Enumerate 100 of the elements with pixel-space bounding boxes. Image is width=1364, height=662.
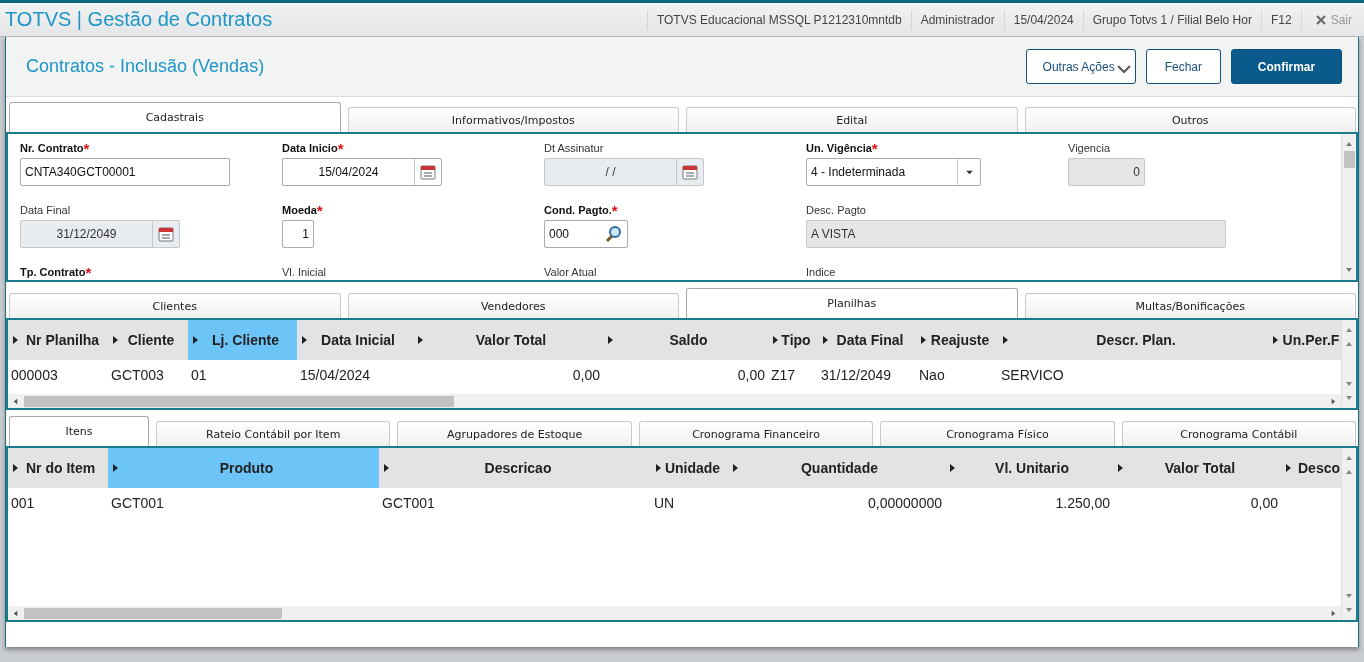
vertical-scrollbar[interactable] (1341, 320, 1356, 408)
input-field[interactable]: 000 (544, 220, 628, 248)
sort-arrow-icon[interactable] (13, 336, 18, 344)
column-header[interactable]: Descr. Plan. (998, 320, 1268, 360)
sort-arrow-icon[interactable] (418, 336, 423, 344)
column-header[interactable]: Nr Planilha (8, 320, 108, 360)
action-button[interactable]: Outras Ações (1025, 49, 1136, 84)
column-header[interactable]: Un.Per.F (1268, 320, 1341, 360)
tab[interactable]: Rateio Contábil por Item (156, 421, 391, 446)
tab[interactable]: Clientes (9, 293, 341, 318)
column-title: Vl. Unitario (994, 460, 1070, 476)
scroll-left-icon[interactable] (11, 608, 20, 618)
input-field[interactable]: 1 (282, 220, 314, 248)
column-header[interactable]: Cliente (108, 320, 188, 360)
column-header[interactable]: Valor Total (1113, 448, 1281, 488)
tab[interactable]: Vendedores (347, 293, 679, 318)
sort-arrow-icon[interactable] (113, 336, 118, 344)
sort-arrow-icon[interactable] (921, 336, 926, 344)
column-title: Saldo (668, 332, 709, 348)
sort-arrow-icon[interactable] (773, 336, 778, 344)
caret-icon[interactable] (964, 169, 974, 175)
column-header[interactable]: Reajuste (916, 320, 998, 360)
column-header[interactable]: Data Final (818, 320, 916, 360)
sort-arrow-icon[interactable] (1286, 464, 1291, 472)
search-icon[interactable] (605, 225, 623, 243)
column-title: Nr do Item (25, 460, 97, 476)
table-cell: Z17 (771, 367, 796, 383)
sort-arrow-icon[interactable] (302, 336, 307, 344)
scrollbar-thumb[interactable] (24, 607, 282, 619)
session-info: TOTVS Educacional MSSQL P1212310mntdb (646, 9, 911, 30)
table-cell: 15/04/2024 (300, 367, 371, 383)
close-icon (1315, 14, 1326, 25)
column-title: Lj. Cliente (211, 332, 280, 348)
sort-arrow-icon[interactable] (113, 464, 118, 472)
calendar-icon[interactable] (419, 163, 437, 181)
vertical-scrollbar[interactable] (1341, 134, 1356, 280)
column-header[interactable]: Saldo (603, 320, 768, 360)
tab[interactable]: Informativos/Impostos (347, 107, 679, 132)
column-header[interactable]: Desco (1281, 448, 1341, 488)
field-label: Tp. Contrato (20, 266, 86, 280)
scroll-right-icon[interactable] (1329, 608, 1338, 618)
sort-arrow-icon[interactable] (823, 336, 828, 344)
tab[interactable]: Edital (686, 107, 1018, 132)
column-header[interactable]: Tipo (768, 320, 818, 360)
column-title: Reajuste (929, 332, 991, 348)
column-header[interactable]: Valor Total (413, 320, 603, 360)
tab[interactable]: Itens (9, 416, 149, 446)
chevron-down-icon (1116, 64, 1131, 74)
column-header[interactable]: Quantidade (728, 448, 945, 488)
input-field[interactable]: CNTA340GCT00001 (20, 158, 230, 186)
column-title: Unidade (663, 460, 722, 476)
column-header[interactable]: Vl. Unitario (945, 448, 1113, 488)
sort-arrow-icon[interactable] (608, 336, 613, 344)
tab[interactable]: Cronograma Contábil (1121, 421, 1357, 446)
table-cell: Nao (919, 367, 945, 383)
tab[interactable]: Multas/Bonificações (1024, 293, 1356, 318)
column-header[interactable]: Nr do Item (8, 448, 108, 488)
scrollbar-thumb[interactable] (24, 395, 454, 407)
scroll-left-icon[interactable] (11, 396, 20, 406)
column-header[interactable]: Unidade (651, 448, 728, 488)
column-header[interactable]: Produto (108, 448, 379, 488)
sort-arrow-icon[interactable] (950, 464, 955, 472)
field-label: Dt Assinatur (544, 142, 604, 156)
column-header[interactable]: Data Inicial (297, 320, 413, 360)
table-cell: GCT003 (111, 367, 164, 383)
input-field[interactable]: 15/04/2024 (282, 158, 442, 186)
vertical-scrollbar[interactable] (1341, 448, 1356, 620)
required-mark: * (337, 142, 344, 155)
column-header[interactable]: Descricao (379, 448, 651, 488)
action-button[interactable]: Fechar (1145, 49, 1221, 84)
action-button[interactable]: Confirmar (1231, 49, 1342, 84)
tab[interactable]: Planilhas (686, 288, 1018, 318)
column-header[interactable]: Lj. Cliente (188, 320, 297, 360)
app-title: TOTVS | Gestão de Contratos (5, 8, 273, 31)
sort-arrow-icon[interactable] (13, 464, 18, 472)
column-title: Desco (1297, 460, 1341, 476)
sort-arrow-icon[interactable] (1118, 464, 1123, 472)
sort-arrow-icon[interactable] (1003, 336, 1008, 344)
field-label: Nr. Contrato (20, 142, 84, 156)
sort-arrow-icon[interactable] (1273, 336, 1278, 344)
sort-arrow-icon[interactable] (193, 336, 198, 344)
tab[interactable]: Cronograma Físico (880, 421, 1115, 446)
tab[interactable]: Outros (1024, 107, 1356, 132)
horizontal-scrollbar[interactable] (8, 606, 1341, 620)
scroll-right-icon[interactable] (1329, 396, 1338, 406)
tab[interactable]: Agrupadores de Estoque (397, 421, 632, 446)
session-info: 15/04/2024 (1003, 9, 1083, 30)
sort-arrow-icon[interactable] (384, 464, 389, 472)
horizontal-scrollbar[interactable] (8, 394, 1341, 408)
input-field[interactable]: 4 - Indeterminada (806, 158, 981, 186)
sort-arrow-icon[interactable] (733, 464, 738, 472)
column-title: Tipo (780, 332, 812, 348)
sort-arrow-icon[interactable] (656, 464, 661, 472)
field-label: Moeda (282, 204, 317, 218)
scrollbar-thumb[interactable] (1343, 151, 1355, 168)
tab[interactable]: Cadastrais (9, 102, 341, 132)
tab[interactable]: Cronograma Financeiro (638, 421, 874, 446)
table-cell: 0,00 (737, 367, 765, 383)
field-label: Vl. Inicial (282, 266, 327, 280)
table-cell: SERVICO (1001, 367, 1064, 383)
